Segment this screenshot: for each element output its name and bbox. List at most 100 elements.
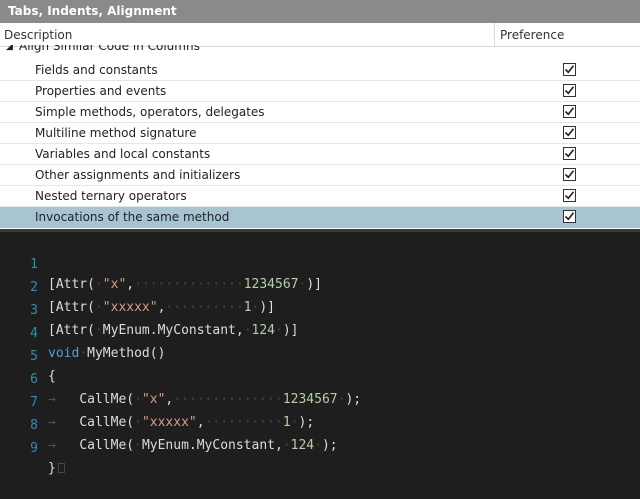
checkmark-icon xyxy=(564,65,575,74)
option-row[interactable]: Multiline method signature xyxy=(0,123,640,144)
collapse-triangle-icon[interactable]: ◢ xyxy=(6,45,13,52)
code-token: MyEnum.MyConstant xyxy=(141,438,275,453)
code-token: [Attr( xyxy=(48,323,95,338)
option-label: Fields and constants xyxy=(35,63,158,77)
tab-arrow-icon: → xyxy=(48,392,80,407)
code-line: 6 → CallMe(·"x",··············1234567·); xyxy=(0,350,361,407)
option-row[interactable]: Other assignments and initializers xyxy=(0,165,640,186)
code-token: , xyxy=(235,323,244,338)
whitespace-marker: · xyxy=(134,392,142,407)
option-label: Other assignments and initializers xyxy=(35,168,241,182)
option-label: Variables and local constants xyxy=(35,147,211,161)
grid-header: Description Preference xyxy=(0,23,640,47)
code-token: 124 xyxy=(251,323,275,338)
code-token: 124 xyxy=(290,438,315,453)
code-token: )] xyxy=(259,300,276,315)
checkmark-icon xyxy=(564,149,575,158)
code-text: [Attr(·"xxxxx",··········1·)] xyxy=(48,298,275,318)
code-token: MyMethod() xyxy=(87,346,166,361)
code-token: CallMe( xyxy=(79,392,135,407)
tab-arrow-icon: → xyxy=(48,438,80,453)
preference-checkbox[interactable] xyxy=(563,189,576,202)
tab-arrow-icon: → xyxy=(48,415,80,430)
preference-checkbox[interactable] xyxy=(563,210,576,223)
code-token: ); xyxy=(321,438,338,453)
code-line: 2 [Attr(·"xxxxx",··········1·)] xyxy=(0,258,275,315)
code-line: 9 } xyxy=(0,419,65,476)
whitespace-marker: · xyxy=(94,277,103,292)
whitespace-marker: · xyxy=(290,415,299,430)
code-preview[interactable]: 1 [Attr(·"x",··············1234567·)] 2 … xyxy=(0,229,640,498)
preference-checkbox[interactable] xyxy=(563,168,576,181)
checkmark-icon xyxy=(564,212,575,221)
code-token: [Attr( xyxy=(48,300,95,315)
end-of-file-marker-icon xyxy=(57,463,65,473)
option-row[interactable]: Simple methods, operators, delegates xyxy=(0,102,640,123)
group-row-align-columns[interactable]: ◢ Align Similar Code in Columns xyxy=(0,45,640,57)
option-row[interactable]: Variables and local constants xyxy=(0,144,640,165)
code-token: 1234567 xyxy=(243,277,299,292)
whitespace-marker: · xyxy=(314,438,322,453)
code-token: "x" xyxy=(102,277,127,292)
checkmark-icon xyxy=(564,170,575,179)
whitespace-marker: · xyxy=(282,438,291,453)
whitespace-marker: ·········· xyxy=(165,300,244,315)
whitespace-marker: · xyxy=(243,323,252,338)
code-token: [Attr( xyxy=(48,277,95,292)
code-token: } xyxy=(48,461,56,476)
group-label: Align Similar Code in Columns xyxy=(19,45,200,53)
code-line: 8 → CallMe(·MyEnum.MyConstant,·124·); xyxy=(0,396,337,453)
code-text: → CallMe(·"x",··············1234567·); xyxy=(48,390,361,410)
preference-checkbox[interactable] xyxy=(563,126,576,139)
code-token: , xyxy=(196,415,205,430)
column-header-description[interactable]: Description xyxy=(4,28,72,42)
preference-checkbox[interactable] xyxy=(563,147,576,160)
code-token: 1 xyxy=(243,300,252,315)
option-row[interactable]: Fields and constants xyxy=(0,60,640,81)
checkmark-icon xyxy=(564,107,575,116)
option-label: Properties and events xyxy=(35,84,167,98)
option-label: Nested ternary operators xyxy=(35,189,187,203)
code-text: void·MyMethod() xyxy=(48,344,165,364)
whitespace-marker: · xyxy=(94,300,103,315)
code-token: 1 xyxy=(282,415,291,430)
code-token: , xyxy=(126,277,135,292)
whitespace-marker: · xyxy=(134,415,142,430)
preference-checkbox[interactable] xyxy=(563,63,576,76)
checkmark-icon xyxy=(564,191,575,200)
code-line: 3 [Attr(·MyEnum.MyConstant,·124·)] xyxy=(0,281,298,338)
option-row-selected[interactable]: Invocations of the same method xyxy=(0,207,640,228)
whitespace-marker: ·············· xyxy=(173,392,283,407)
code-text: → CallMe(·"xxxxx",··········1·); xyxy=(48,413,314,433)
checkmark-icon xyxy=(564,128,575,137)
option-row[interactable]: Properties and events xyxy=(0,81,640,102)
code-text: [Attr(·"x",··············1234567·)] xyxy=(48,275,322,295)
code-line: 4 void·MyMethod() xyxy=(0,304,165,361)
line-number: 9 xyxy=(30,441,38,456)
code-token: MyEnum.MyConstant xyxy=(102,323,236,338)
option-label: Invocations of the same method xyxy=(35,210,230,224)
column-divider[interactable] xyxy=(494,23,495,47)
options-grid: Description Preference ◢ Align Similar C… xyxy=(0,23,640,229)
whitespace-marker: ·············· xyxy=(134,277,244,292)
option-label: Simple methods, operators, delegates xyxy=(35,105,265,119)
column-header-preference[interactable]: Preference xyxy=(500,28,564,42)
code-token: "xxxxx" xyxy=(102,300,158,315)
code-token: CallMe( xyxy=(79,415,135,430)
code-line: 5 { xyxy=(0,327,56,384)
code-text: → CallMe(·MyEnum.MyConstant,·124·); xyxy=(48,436,338,456)
whitespace-marker: · xyxy=(134,438,142,453)
whitespace-marker: · xyxy=(94,323,103,338)
option-row[interactable]: Nested ternary operators xyxy=(0,186,640,207)
code-text: [Attr(·MyEnum.MyConstant,·124·)] xyxy=(48,321,298,341)
code-text: { xyxy=(48,369,56,384)
preference-checkbox[interactable] xyxy=(563,84,576,97)
code-line: 7 → CallMe(·"xxxxx",··········1·); xyxy=(0,373,314,430)
code-token: "x" xyxy=(141,392,166,407)
code-line: 1 [Attr(·"x",··············1234567·)] xyxy=(0,235,322,292)
code-token: ); xyxy=(345,392,362,407)
preference-checkbox[interactable] xyxy=(563,105,576,118)
code-text: } xyxy=(48,459,65,479)
window-title: Tabs, Indents, Alignment xyxy=(0,0,640,23)
whitespace-marker: · xyxy=(275,323,283,338)
